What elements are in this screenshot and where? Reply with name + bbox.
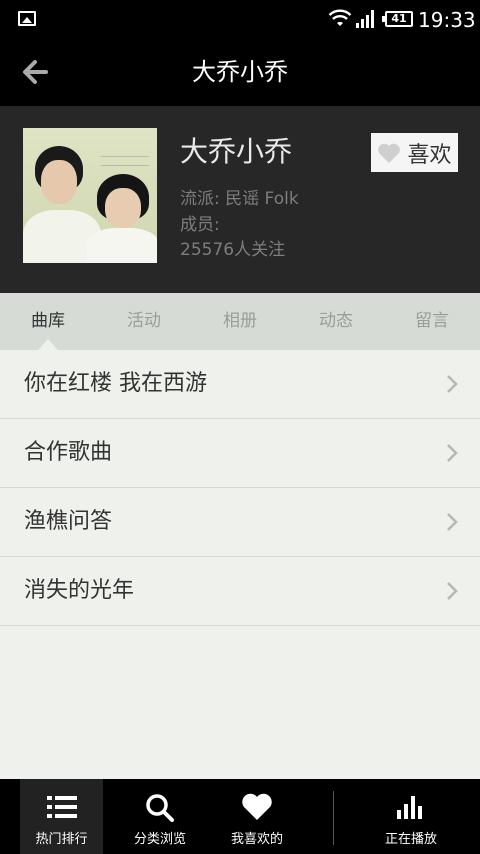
artist-header: 大乔小乔 喜欢 流派: 民谣 Folk 成员: 25576人关注 (0, 106, 480, 293)
nav-label: 我喜欢的 (230, 832, 283, 847)
artist-members: 成员: (180, 215, 220, 235)
search-icon (146, 794, 174, 822)
list-item[interactable]: 合作歌曲 (0, 419, 480, 488)
back-arrow-icon[interactable] (18, 56, 54, 88)
tab-bar: 曲库 活动 相册 动态 留言 (0, 293, 480, 350)
list-icon (46, 796, 77, 818)
title-bar: 大乔小乔 (0, 38, 480, 106)
status-clock: 19:33 (418, 8, 476, 32)
tab-news[interactable]: 动态 (288, 293, 384, 350)
nav-now-playing[interactable]: 正在播放 (368, 779, 454, 854)
gallery-notification-icon (18, 11, 36, 26)
status-bar: 41 19:33 (0, 0, 480, 38)
list-item[interactable]: 渔樵问答 (0, 488, 480, 557)
tab-album[interactable]: 相册 (192, 293, 288, 350)
song-list: 你在红楼 我在西游 合作歌曲 渔樵问答 消失的光年 (0, 350, 480, 626)
chevron-right-icon (447, 582, 458, 600)
list-item-label: 渔樵问答 (24, 509, 113, 534)
chevron-right-icon (447, 444, 458, 462)
heart-icon (378, 143, 401, 163)
chevron-right-icon (447, 375, 458, 393)
like-button-label: 喜欢 (407, 142, 452, 168)
tab-events[interactable]: 活动 (96, 293, 192, 350)
nav-label: 热门排行 (35, 832, 88, 847)
battery-icon: 41 (382, 11, 413, 27)
tab-comments[interactable]: 留言 (384, 293, 480, 350)
equalizer-icon (397, 796, 422, 819)
wifi-icon (328, 9, 352, 26)
list-item-label: 合作歌曲 (24, 440, 113, 465)
artist-followers: 25576人关注 (180, 240, 286, 260)
page-title: 大乔小乔 (192, 58, 288, 86)
nav-label: 分类浏览 (133, 832, 186, 847)
signal-icon (356, 10, 374, 28)
active-tab-indicator (38, 339, 58, 350)
nav-browse-categories[interactable]: 分类浏览 (117, 779, 203, 854)
list-item[interactable]: 消失的光年 (0, 557, 480, 626)
like-button[interactable]: 喜欢 (371, 133, 458, 172)
list-item-label: 消失的光年 (24, 578, 135, 603)
nav-divider (333, 791, 334, 845)
nav-label: 正在播放 (384, 832, 437, 847)
chevron-right-icon (447, 513, 458, 531)
list-item[interactable]: 你在红楼 我在西游 (0, 350, 480, 419)
bottom-nav: 热门排行 分类浏览 我喜欢的 正在播放 (0, 779, 480, 854)
nav-hot-ranking[interactable]: 热门排行 (20, 779, 103, 854)
artist-genre: 流派: 民谣 Folk (180, 189, 299, 209)
list-item-label: 你在红楼 我在西游 (24, 371, 207, 396)
artist-name: 大乔小乔 (180, 135, 293, 168)
heart-icon (242, 793, 272, 820)
nav-my-favorites[interactable]: 我喜欢的 (215, 779, 299, 854)
artist-photo (23, 128, 157, 263)
